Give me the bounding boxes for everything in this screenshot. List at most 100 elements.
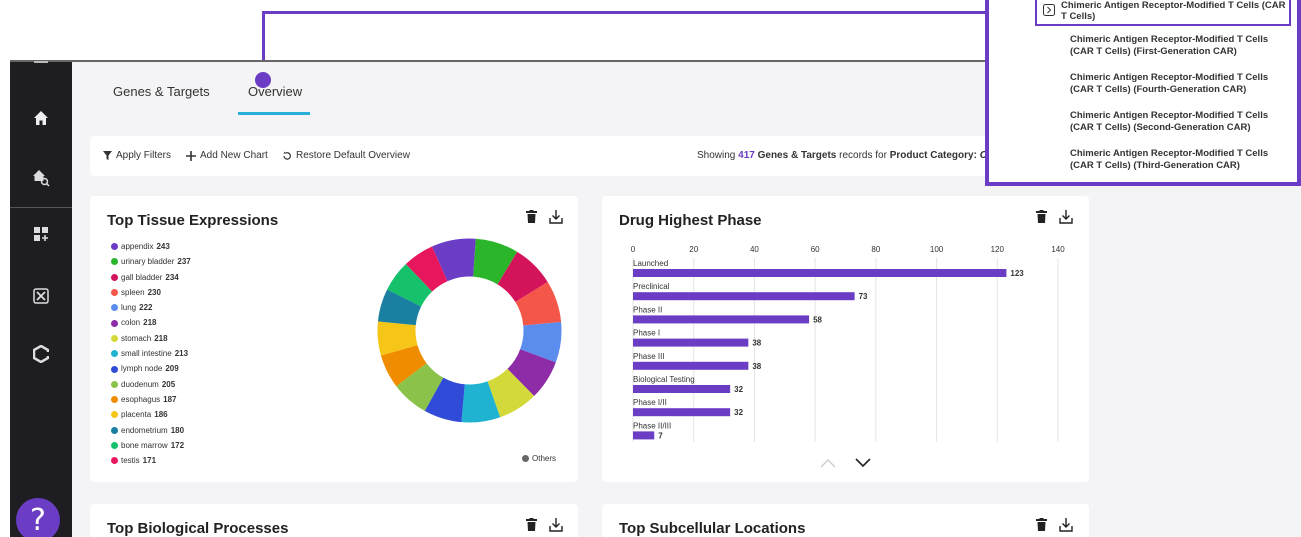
delete-icon[interactable]: [1036, 210, 1047, 223]
legend-value: 172: [170, 440, 185, 450]
bar[interactable]: [633, 315, 810, 324]
tab-genes-targets[interactable]: Genes & Targets: [113, 84, 210, 99]
legend-value: 180: [170, 425, 185, 435]
bar[interactable]: [633, 408, 731, 417]
legend-label: endometrium: [121, 425, 168, 435]
bar[interactable]: [633, 292, 855, 301]
legend-item[interactable]: appendix 243: [111, 239, 191, 254]
bar-value-label: 32: [734, 385, 743, 394]
card-title: Drug Highest Phase: [619, 212, 762, 229]
popup-item-line2: (CAR T Cells) (Second-Generation CAR): [1070, 122, 1251, 133]
sidebar-divider: [10, 207, 72, 208]
active-tab-indicator: [238, 112, 310, 115]
bar[interactable]: [633, 361, 749, 370]
apply-filters-button[interactable]: Apply Filters: [103, 150, 171, 161]
category-label: Preclinical: [633, 282, 670, 291]
bar[interactable]: [633, 385, 731, 393]
delete-icon[interactable]: [526, 210, 537, 223]
tab-overview[interactable]: Overview: [248, 84, 302, 99]
hexagon-icon[interactable]: [10, 334, 72, 374]
legend-item[interactable]: small intestine 213: [111, 346, 191, 361]
filter-icon: [103, 151, 112, 160]
popup-item-third-generation[interactable]: Chimeric Antigen Receptor-Modified T Cel…: [1070, 148, 1300, 172]
bar-value-label: 123: [1010, 269, 1024, 278]
chevron-down-icon[interactable]: [855, 458, 871, 468]
legend-item[interactable]: placenta 186: [111, 407, 191, 422]
search-home-icon[interactable]: [10, 158, 72, 198]
legend-item[interactable]: testis 171: [111, 453, 191, 468]
legend-item[interactable]: endometrium 180: [111, 423, 191, 438]
download-icon[interactable]: [1059, 210, 1073, 224]
legend-item[interactable]: esophagus 187: [111, 392, 191, 407]
legend-value: 218: [154, 333, 168, 343]
record-count: 417: [738, 150, 755, 161]
card-title: Top Biological Processes: [107, 520, 289, 537]
legend-dot: [111, 319, 118, 327]
legend-dot: [111, 350, 118, 358]
popup-item-line1: Chimeric Antigen Receptor-Modified T Cel…: [1070, 110, 1269, 121]
product-category-label: Product Category:: [889, 150, 977, 161]
popup-item-second-generation[interactable]: Chimeric Antigen Receptor-Modified T Cel…: [1070, 110, 1300, 134]
bar-value-label: 58: [813, 315, 822, 324]
legend-label: duodenum: [121, 379, 159, 389]
dashboard-add-icon[interactable]: [10, 214, 72, 254]
popup-item-first-generation[interactable]: Chimeric Antigen Receptor-Modified T Cel…: [1070, 34, 1300, 58]
x-tick-label: 80: [871, 245, 880, 254]
expand-icon[interactable]: [10, 276, 72, 316]
legend-item[interactable]: bone marrow 172: [111, 438, 191, 453]
legend-item[interactable]: gall bladder 234: [111, 270, 191, 285]
legend-label: stomach: [121, 333, 152, 343]
product-category-popup: Chimeric Antigen Receptor-Modified T Cel…: [985, 0, 1301, 186]
legend-dot: [111, 289, 118, 297]
help-button[interactable]: ?: [16, 498, 60, 537]
legend-item[interactable]: duodenum 205: [111, 377, 191, 392]
restore-icon: [283, 151, 291, 160]
legend-item[interactable]: lymph node 209: [111, 361, 191, 376]
legend-item[interactable]: urinary bladder 237: [111, 254, 191, 269]
legend-label: colon: [121, 318, 141, 328]
legend-dot: [111, 243, 118, 251]
expand-toggle-icon[interactable]: [1043, 4, 1055, 16]
bar[interactable]: [633, 269, 1007, 277]
apply-filters-label: Apply Filters: [116, 150, 172, 161]
legend-dot: [111, 258, 118, 266]
download-icon[interactable]: [549, 518, 563, 532]
bar-value-label: 7: [658, 431, 663, 440]
popup-item-fourth-generation[interactable]: Chimeric Antigen Receptor-Modified T Cel…: [1070, 72, 1300, 96]
legend-item[interactable]: stomach 218: [111, 331, 191, 346]
card-actions: [1036, 210, 1073, 224]
popup-item-line1: Chimeric Antigen Receptor-Modified T Cel…: [1070, 72, 1269, 83]
legend-label: testis: [121, 456, 140, 466]
legend-value: 186: [154, 410, 168, 420]
menu-icon[interactable]: [10, 54, 72, 70]
restore-default-button[interactable]: Restore Default Overview: [282, 150, 410, 161]
delete-icon[interactable]: [1036, 518, 1047, 531]
category-label: Phase I/II: [633, 398, 667, 407]
download-icon[interactable]: [1059, 518, 1073, 532]
plus-icon: [186, 150, 196, 161]
chevron-up-icon[interactable]: [820, 458, 836, 468]
delete-icon[interactable]: [526, 518, 537, 531]
legend-dot: [111, 442, 118, 449]
popup-header[interactable]: Chimeric Antigen Receptor-Modified T Cel…: [1035, 0, 1291, 26]
add-new-chart-button[interactable]: Add New Chart: [186, 150, 268, 161]
legend-label: bone marrow: [121, 440, 168, 450]
legend-label: spleen: [121, 287, 145, 297]
bar[interactable]: [633, 431, 655, 440]
legend-item[interactable]: colon 218: [111, 315, 191, 330]
x-tick-label: 60: [811, 245, 820, 254]
bar[interactable]: [633, 338, 749, 347]
legend-value: 230: [147, 287, 161, 297]
legend-item[interactable]: lung 222: [111, 300, 191, 315]
home-icon[interactable]: [10, 98, 72, 138]
legend-item[interactable]: spleen 230: [111, 285, 191, 300]
legend-dot: [111, 457, 118, 465]
legend-label: placenta: [121, 410, 152, 420]
legend-dot: [111, 273, 118, 281]
download-icon[interactable]: [549, 210, 563, 224]
legend-value: 218: [143, 318, 157, 328]
legend-label: gall bladder: [121, 272, 163, 282]
legend-value: 205: [161, 379, 176, 389]
legend-others[interactable]: Others: [522, 454, 556, 463]
legend-value: 243: [156, 242, 170, 251]
